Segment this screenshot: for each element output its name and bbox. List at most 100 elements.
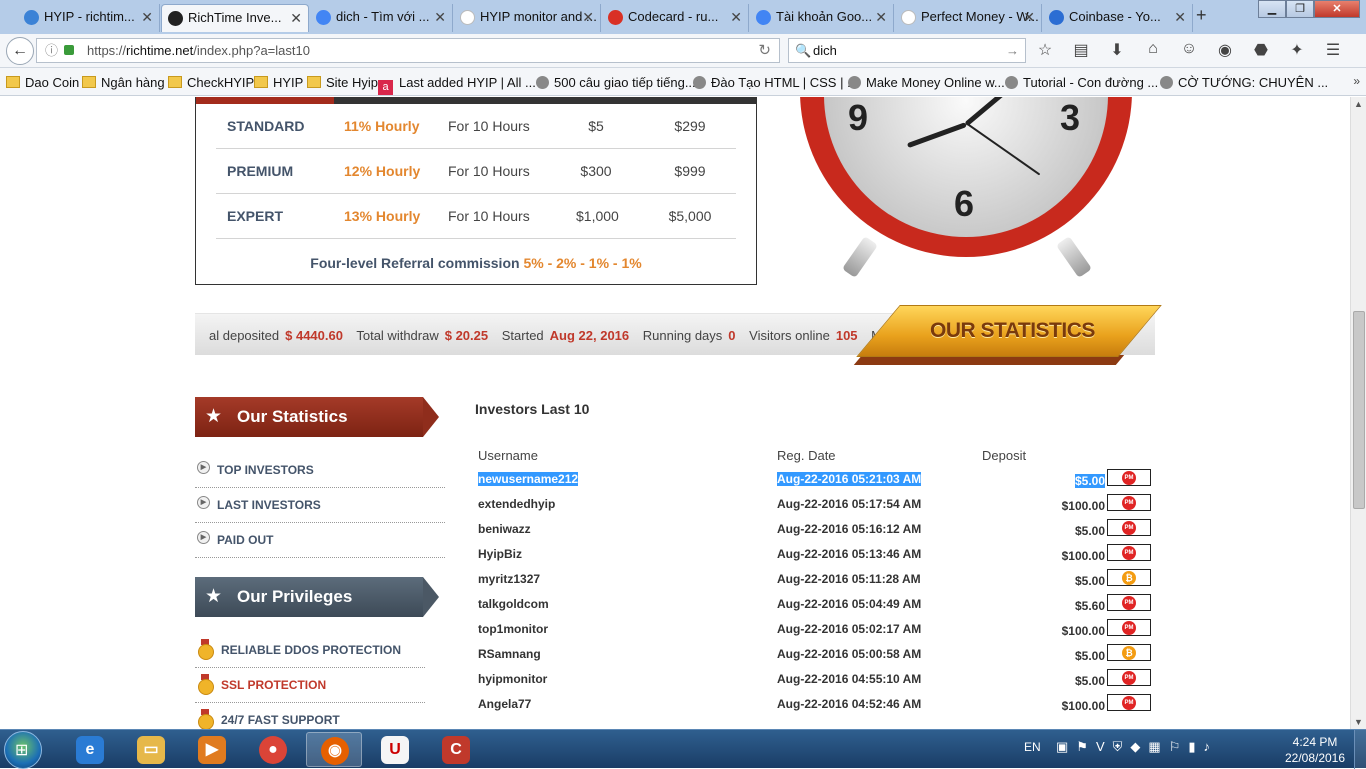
- investor-username: RSamnang: [478, 647, 541, 661]
- chat-icon[interactable]: ☺: [1178, 40, 1200, 60]
- system-clock[interactable]: 4:24 PM 22/08/2016: [1280, 734, 1350, 766]
- tab-label: RichTime Inve...: [188, 10, 282, 25]
- close-window-button[interactable]: ✕: [1314, 0, 1360, 18]
- bookmarks-overflow-icon[interactable]: »: [1353, 74, 1360, 88]
- plan-min: $1,000: [576, 208, 619, 224]
- navigation-bar: ← ⓘ https://richtime.net/index.php?a=las…: [0, 34, 1366, 68]
- sidebar-item-last-investors[interactable]: ▶ LAST INVESTORS: [195, 488, 445, 523]
- privilege-label: RELIABLE DDOS PROTECTION: [221, 643, 402, 657]
- sidebar-item-paid-out[interactable]: ▶ PAID OUT: [195, 523, 445, 558]
- scroll-down-icon[interactable]: ▼: [1354, 717, 1363, 727]
- home-icon[interactable]: ⌂: [1142, 40, 1164, 60]
- taskbar-unikey[interactable]: U: [367, 732, 423, 767]
- tray-app-icon[interactable]: ▦: [1148, 739, 1160, 755]
- taskbar-ccleaner[interactable]: C: [428, 732, 484, 767]
- tab-close-icon[interactable]: ✕: [875, 4, 887, 30]
- tray-shield-icon[interactable]: ⛨: [1113, 739, 1123, 755]
- show-desktop-button[interactable]: [1354, 730, 1366, 769]
- new-tab-button[interactable]: +: [1196, 5, 1207, 26]
- referral-label: Four-level Referral commission: [310, 255, 520, 271]
- bookmark-item[interactable]: Dao Coin: [6, 75, 79, 90]
- scrollbar-thumb[interactable]: [1353, 311, 1365, 509]
- tab-close-icon[interactable]: ✕: [1023, 4, 1035, 30]
- extension-icon[interactable]: ✦: [1286, 40, 1308, 60]
- tab-5[interactable]: Codecard - ru... ✕: [602, 4, 749, 32]
- minimize-button[interactable]: ▁: [1258, 0, 1286, 18]
- back-button[interactable]: ←: [6, 37, 34, 65]
- pocket-icon[interactable]: ◉: [1214, 40, 1236, 60]
- investor-reg-date: Aug-22-2016 05:04:49 AM: [777, 597, 922, 611]
- bookmark-item[interactable]: Tutorial - Con đường ...: [1005, 75, 1158, 90]
- folder-icon: [307, 76, 321, 88]
- bookmark-item[interactable]: a Last added HYIP | All ...: [378, 75, 536, 95]
- deposit-amount: $100.00: [1061, 499, 1105, 513]
- maximize-button[interactable]: ❐: [1286, 0, 1314, 18]
- taskbar-explorer[interactable]: ▭: [123, 732, 179, 767]
- investor-username: Angela77: [478, 697, 532, 711]
- tab-7[interactable]: Perfect Money - W... ✕: [895, 4, 1042, 32]
- reload-icon[interactable]: ↻: [758, 39, 771, 62]
- tab-6[interactable]: Tài khoản Goo... ✕: [750, 4, 894, 32]
- taskbar-firefox[interactable]: ◉: [306, 732, 362, 767]
- site-info-icon[interactable]: ⓘ: [45, 39, 58, 62]
- language-indicator[interactable]: EN: [1024, 740, 1041, 754]
- tab-3[interactable]: dich - Tìm với ... ✕: [310, 4, 453, 32]
- bookmark-star-icon[interactable]: ☆: [1034, 40, 1056, 60]
- tab-close-icon[interactable]: ✕: [1174, 4, 1186, 30]
- menu-icon[interactable]: ☰: [1322, 40, 1344, 60]
- tab-1[interactable]: HYIP - richtim... ✕: [18, 4, 160, 32]
- tab-8[interactable]: Coinbase - Yo... ✕: [1043, 4, 1193, 32]
- globe-icon: [24, 10, 39, 25]
- search-input[interactable]: 🔍 dich →: [788, 38, 1026, 63]
- taskbar-ie[interactable]: e: [62, 732, 118, 767]
- taskbar-chrome[interactable]: ●: [245, 732, 301, 767]
- sidebar-item-top-investors[interactable]: ▶ TOP INVESTORS: [195, 453, 445, 488]
- adblock-icon[interactable]: ⬣: [1250, 40, 1272, 60]
- tab-close-icon[interactable]: ✕: [141, 4, 153, 30]
- vertical-scrollbar[interactable]: ▲ ▼: [1350, 97, 1366, 729]
- star-icon: ★: [205, 586, 223, 607]
- tab-4[interactable]: HYIP monitor and ... ✕: [454, 4, 601, 32]
- bookmark-item[interactable]: HYIP: [254, 75, 303, 90]
- plan-row: EXPERT 13% Hourly For 10 Hours $1,000 $5,000: [216, 194, 736, 239]
- address-bar[interactable]: ⓘ https://richtime.net/index.php?a=last1…: [36, 38, 780, 63]
- bookmark-item[interactable]: CỜ TƯỚNG: CHUYÊN ...: [1160, 75, 1328, 90]
- plan-name: PREMIUM: [227, 163, 294, 179]
- tray-app-icon[interactable]: ◆: [1130, 739, 1140, 755]
- investor-username: newusername212: [478, 472, 579, 486]
- medal-icon: [197, 709, 214, 729]
- network-icon[interactable]: ▮: [1188, 739, 1195, 755]
- tray-app-icon[interactable]: ▣: [1056, 739, 1068, 755]
- taskbar-media-player[interactable]: ▶: [184, 732, 240, 767]
- start-button[interactable]: ⊞: [4, 731, 42, 769]
- perfect-money-icon: PM: [1122, 621, 1136, 635]
- tray-v-icon[interactable]: V: [1096, 739, 1105, 755]
- visitors-label: Visitors online: [749, 328, 830, 343]
- bookmark-item[interactable]: 500 câu giao tiếp tiếng...: [536, 75, 696, 90]
- tab-close-icon[interactable]: ✕: [730, 4, 742, 30]
- investor-username: hyipmonitor: [478, 672, 548, 686]
- bookmark-item[interactable]: Site Hyip: [307, 75, 378, 90]
- scroll-up-icon[interactable]: ▲: [1354, 99, 1363, 109]
- reading-list-icon[interactable]: ▤: [1070, 40, 1092, 60]
- bookmark-item[interactable]: Make Money Online w...: [848, 75, 1005, 90]
- downloads-icon[interactable]: ⬇: [1106, 40, 1128, 60]
- internet-explorer-icon: e: [76, 736, 104, 764]
- tray-app-icon[interactable]: ⚑: [1076, 739, 1088, 755]
- search-go-icon[interactable]: →: [1006, 39, 1019, 62]
- volume-icon[interactable]: ♪: [1204, 739, 1211, 755]
- tab-close-icon[interactable]: ✕: [582, 4, 594, 30]
- deposit-amount: $100.00: [1061, 549, 1105, 563]
- search-icon: 🔍: [795, 43, 812, 58]
- tab-close-icon[interactable]: ✕: [290, 5, 302, 31]
- privilege-ddos-protection: RELIABLE DDOS PROTECTION: [195, 633, 425, 668]
- plan-duration: For 10 Hours: [448, 163, 530, 179]
- bookmark-item[interactable]: CheckHYIP: [168, 75, 254, 90]
- tray-flag-icon[interactable]: ⚐: [1169, 739, 1181, 755]
- bookmark-item[interactable]: Đào Tạo HTML | CSS | ...: [693, 75, 858, 90]
- tab-2[interactable]: RichTime Inve... ✕: [161, 4, 309, 32]
- plan-max: $299: [674, 118, 706, 134]
- bookmark-item[interactable]: Ngân hàng: [82, 75, 165, 90]
- investor-deposit: $100.00: [997, 699, 1105, 713]
- tab-close-icon[interactable]: ✕: [434, 4, 446, 30]
